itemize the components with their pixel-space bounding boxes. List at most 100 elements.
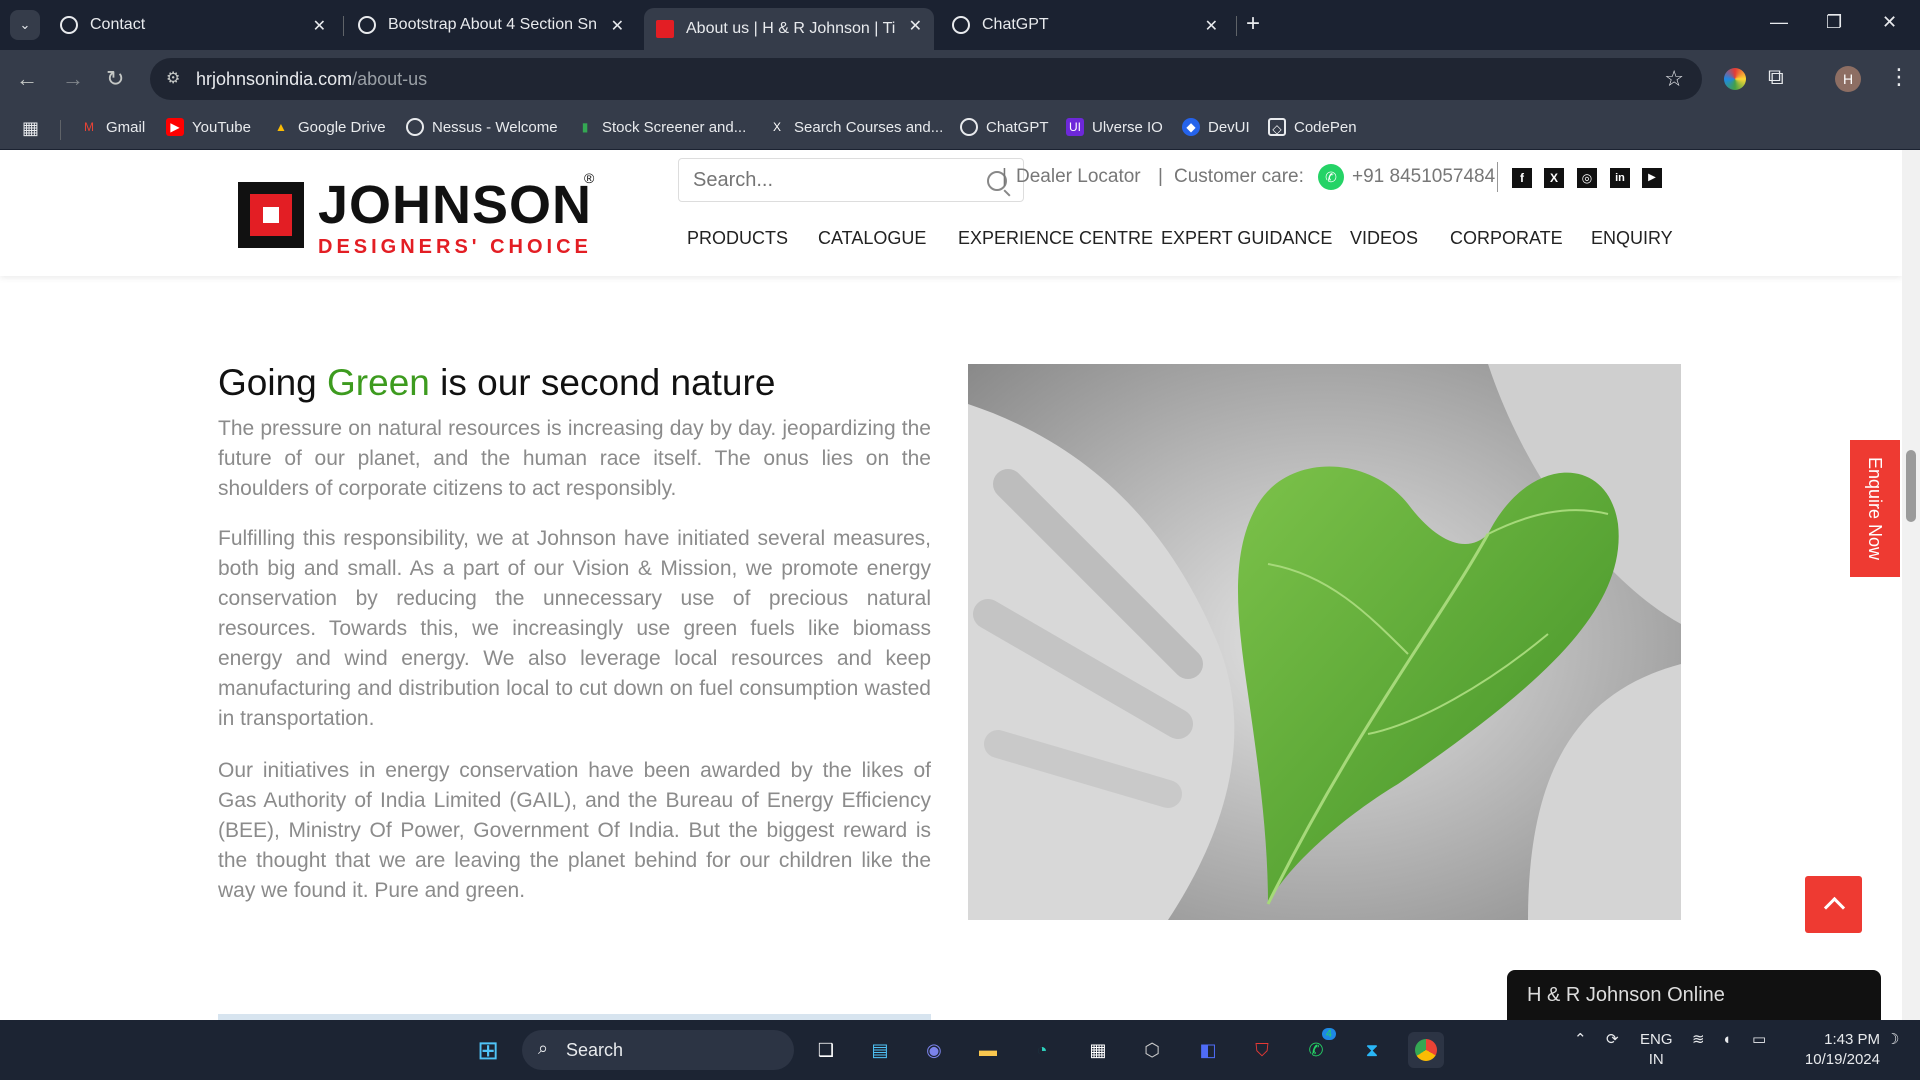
- devui-icon: ◆: [1182, 118, 1200, 136]
- browser-menu-icon[interactable]: ⋮: [1888, 64, 1910, 90]
- tray-chevron-icon[interactable]: ⌃: [1574, 1030, 1587, 1050]
- whatsapp-icon[interactable]: ✆: [1318, 164, 1344, 190]
- nav-expert-guidance[interactable]: EXPERT GUIDANCE: [1161, 228, 1332, 249]
- mcafee-icon[interactable]: ⛉: [1244, 1032, 1280, 1068]
- heading-green-word: Green: [327, 362, 430, 403]
- customer-care-label: Customer care:: [1174, 166, 1304, 187]
- bookmark-chatgpt[interactable]: ChatGPT: [960, 118, 1049, 136]
- nav-corporate[interactable]: CORPORATE: [1450, 228, 1563, 249]
- linkedin-icon[interactable]: in: [1610, 168, 1630, 188]
- tab-chatgpt[interactable]: ChatGPT ✕: [940, 8, 1230, 42]
- taskbar-search[interactable]: ⌕ Search: [522, 1030, 794, 1070]
- extensions-puzzle-icon[interactable]: ⧉: [1768, 64, 1784, 90]
- new-tab-button[interactable]: +: [1246, 10, 1260, 38]
- extension-color-icon[interactable]: [1724, 68, 1746, 90]
- notification-badge: 4: [1321, 1028, 1336, 1040]
- enquire-now-tab[interactable]: Enquire Now: [1850, 440, 1900, 577]
- web-page: JOHNSON DESIGNERS' CHOICE ® | Dealer Loc…: [0, 150, 1902, 1020]
- minimize-icon[interactable]: —: [1770, 12, 1788, 33]
- windows-start-icon[interactable]: ⊞: [470, 1032, 506, 1068]
- search-input[interactable]: [693, 169, 973, 192]
- green-leaf-hands-image: [968, 364, 1681, 920]
- close-tab-icon[interactable]: ✕: [611, 16, 624, 36]
- tab-label: About us | H & R Johnson | Tile: [686, 20, 896, 37]
- nav-products[interactable]: PRODUCTS: [687, 228, 788, 249]
- bookmark-youtube[interactable]: ▶ YouTube: [166, 118, 251, 136]
- forward-icon[interactable]: →: [62, 66, 84, 92]
- unity-hub-icon[interactable]: ⬡: [1134, 1032, 1170, 1068]
- divider: |: [1158, 166, 1163, 187]
- tab-contact[interactable]: Contact ✕: [48, 8, 338, 42]
- nav-enquiry[interactable]: ENQUIRY: [1591, 228, 1673, 249]
- whatsapp-taskbar-icon[interactable]: ✆ 4: [1298, 1028, 1336, 1068]
- ui-icon: UI: [1066, 118, 1084, 136]
- tab-search-button[interactable]: ⌄: [10, 10, 40, 40]
- nav-videos[interactable]: VIDEOS: [1350, 228, 1418, 249]
- sync-icon[interactable]: ⟳: [1606, 1030, 1619, 1050]
- bookmark-gmail[interactable]: M Gmail: [80, 118, 145, 136]
- tab-bootstrap[interactable]: Bootstrap About 4 Section Snip ✕: [346, 8, 636, 42]
- youtube-icon: ▶: [166, 118, 184, 136]
- vscode-icon[interactable]: ⧗: [1354, 1032, 1390, 1068]
- wifi-icon[interactable]: ≋: [1692, 1030, 1705, 1050]
- johnson-logo[interactable]: JOHNSON DESIGNERS' CHOICE ®: [238, 170, 598, 260]
- site-header: JOHNSON DESIGNERS' CHOICE ® | Dealer Loc…: [0, 150, 1902, 276]
- nav-catalogue[interactable]: CATALOGUE: [818, 228, 926, 249]
- bookmark-nessus[interactable]: Nessus - Welcome: [406, 118, 558, 136]
- browser-tab-strip: ⌄ Contact ✕ Bootstrap About 4 Section Sn…: [0, 0, 1920, 50]
- bookmark-search-courses[interactable]: X Search Courses and...: [768, 118, 943, 136]
- chatgpt-icon: [358, 16, 376, 34]
- scroll-to-top-button[interactable]: [1805, 876, 1862, 933]
- johnson-favicon-icon: [656, 20, 674, 38]
- paragraph-3: Our initiatives in energy conservation h…: [218, 759, 931, 902]
- profile-avatar[interactable]: H: [1835, 66, 1861, 92]
- bookmarks-bar: ▦ M Gmail ▶ YouTube ▲ Google Drive Nessus -…: [0, 108, 1920, 150]
- instagram-icon[interactable]: ◎: [1577, 168, 1597, 188]
- task-view-icon[interactable]: ❑: [808, 1032, 844, 1068]
- teams-chat-icon[interactable]: ◉: [916, 1032, 952, 1068]
- tab-label: ChatGPT: [982, 16, 1049, 33]
- microsoft-store-icon[interactable]: ▦: [1080, 1032, 1116, 1068]
- phone-number[interactable]: +91 8451057484: [1352, 166, 1495, 188]
- bookmark-devui[interactable]: ◆ DevUI: [1182, 118, 1250, 136]
- bookmark-google-drive[interactable]: ▲ Google Drive: [272, 118, 386, 136]
- chat-widget-bar[interactable]: H & R Johnson Online: [1507, 970, 1881, 1020]
- file-explorer-icon[interactable]: ▬: [970, 1032, 1006, 1068]
- back-icon[interactable]: ←: [16, 66, 38, 92]
- url-path: /about-us: [352, 69, 428, 89]
- edge-icon[interactable]: ◔: [1024, 1032, 1060, 1068]
- dealer-locator-link[interactable]: Dealer Locator: [1016, 166, 1141, 188]
- logo-mark: [238, 182, 304, 248]
- widgets-icon[interactable]: ▤: [862, 1032, 898, 1068]
- close-tab-icon[interactable]: ✕: [1205, 16, 1218, 36]
- clock[interactable]: 1:43 PM 10/19/2024: [1790, 1030, 1880, 1070]
- url-host: hrjohnsonindia.com: [196, 69, 353, 89]
- restore-icon[interactable]: ❐: [1826, 12, 1842, 33]
- notifications-icon[interactable]: ☽: [1886, 1030, 1899, 1050]
- site-info-icon[interactable]: ⚙: [166, 68, 180, 88]
- tab-about-us[interactable]: About us | H & R Johnson | Tile ✕: [644, 8, 934, 50]
- bookmark-star-icon[interactable]: ☆: [1664, 66, 1684, 92]
- bookmark-codepen[interactable]: ◇ CodePen: [1268, 118, 1357, 136]
- bookmark-stock-screener[interactable]: ▮ Stock Screener and...: [576, 118, 747, 136]
- assistant-app-icon[interactable]: ◧: [1190, 1032, 1226, 1068]
- volume-icon[interactable]: ◖: [1722, 1030, 1731, 1050]
- close-tab-icon[interactable]: ✕: [909, 16, 922, 36]
- nessus-icon: [406, 118, 424, 136]
- battery-icon[interactable]: ▭: [1752, 1030, 1766, 1050]
- close-tab-icon[interactable]: ✕: [313, 16, 326, 36]
- language-indicator[interactable]: ENG IN: [1640, 1030, 1673, 1070]
- close-window-icon[interactable]: ✕: [1882, 12, 1897, 33]
- omnibox[interactable]: ⚙ hrjohnsonindia.com/about-us ☆: [150, 58, 1702, 100]
- site-search[interactable]: [678, 158, 1024, 202]
- apps-grid-icon[interactable]: ▦: [22, 118, 39, 139]
- facebook-icon[interactable]: f: [1512, 168, 1532, 188]
- youtube-icon[interactable]: ▶: [1642, 168, 1662, 188]
- chrome-icon[interactable]: [1408, 1032, 1444, 1068]
- bookmark-ulverse[interactable]: UI Ulverse IO: [1066, 118, 1163, 136]
- reload-icon[interactable]: ↻: [106, 66, 124, 92]
- x-twitter-icon[interactable]: X: [1544, 168, 1564, 188]
- page-scrollbar[interactable]: [1902, 150, 1920, 1020]
- nav-experience-centre[interactable]: EXPERIENCE CENTRE: [958, 228, 1153, 249]
- scrollbar-thumb[interactable]: [1906, 450, 1916, 522]
